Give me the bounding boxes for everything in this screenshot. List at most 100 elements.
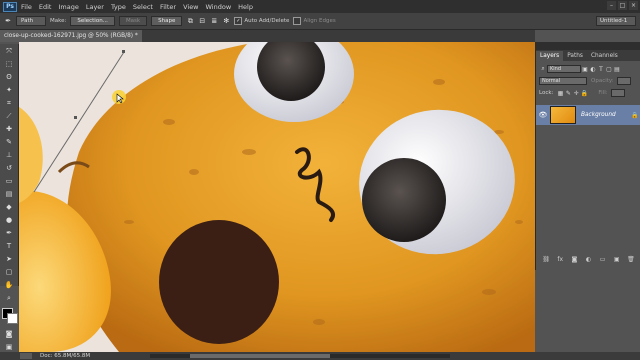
align-edges-label: Align Edges: [303, 18, 336, 24]
layer-lock-icon: 🔒: [631, 111, 639, 119]
adjustment-filter-icon[interactable]: ◐: [589, 65, 597, 73]
pen-tool-icon[interactable]: ✒: [4, 17, 12, 25]
blend-mode-select[interactable]: Normal: [539, 77, 587, 85]
marquee-tool-icon[interactable]: ⬚: [1, 58, 17, 70]
blur-tool-icon[interactable]: ◆: [1, 201, 17, 213]
gradient-tool-icon[interactable]: ▤: [1, 188, 17, 200]
dodge-tool-icon[interactable]: ●: [1, 214, 17, 226]
settings-gear-icon[interactable]: ✻: [222, 17, 230, 25]
selection-button[interactable]: Selection...: [70, 16, 115, 26]
quick-mask-icon[interactable]: ◙: [1, 328, 17, 340]
color-swatches[interactable]: [1, 307, 18, 325]
panel-collapse-strip[interactable]: [535, 42, 640, 50]
window-controls: – □ ×: [607, 1, 638, 10]
document-tab-title: close-up-cooked-162971.jpg @ 50% (RGB/8)…: [4, 33, 138, 39]
workspace-select[interactable]: Untitled-1: [596, 16, 636, 26]
minimize-button[interactable]: –: [607, 1, 616, 10]
layer-thumbnail: [550, 106, 576, 124]
menu-type[interactable]: Type: [111, 3, 133, 11]
eyedropper-tool-icon[interactable]: ⟋: [1, 110, 17, 122]
fill-label: Fill:: [598, 90, 608, 96]
menu-select[interactable]: Select: [133, 3, 160, 11]
menu-edit[interactable]: Edit: [39, 3, 59, 11]
horizontal-scrollbar[interactable]: [150, 354, 450, 358]
layer-name: Background: [581, 112, 616, 118]
new-group-icon[interactable]: ▭: [599, 255, 607, 263]
smart-filter-icon[interactable]: ▤: [613, 65, 621, 73]
menu-help[interactable]: Help: [238, 3, 260, 11]
add-mask-icon[interactable]: ◙: [570, 255, 578, 263]
panel-tabs: Layers Paths Channels: [536, 50, 640, 61]
path-operations-icon[interactable]: ⧉: [186, 17, 194, 25]
tab-layers[interactable]: Layers: [536, 51, 564, 61]
auto-add-delete-checkbox[interactable]: ✓: [234, 17, 243, 25]
photoshop-logo[interactable]: Ps: [3, 1, 17, 12]
lock-row: Lock: ▦ ✎ ✛ 🔒 Fill:: [536, 87, 640, 99]
status-bar: Doc: 65.8M/65.8M: [0, 352, 640, 360]
link-layers-icon[interactable]: ⛓: [542, 255, 550, 263]
healing-brush-icon[interactable]: ✚: [1, 123, 17, 135]
document-tab-bar: close-up-cooked-162971.jpg @ 50% (RGB/8)…: [0, 30, 535, 42]
layer-row-background[interactable]: 👁 Background 🔒: [536, 105, 640, 125]
mask-button[interactable]: Mask: [118, 16, 148, 26]
type-filter-icon[interactable]: T: [597, 65, 605, 73]
pen-tool-icon[interactable]: ✒: [1, 227, 17, 239]
shape-filter-icon[interactable]: ▢: [605, 65, 613, 73]
opacity-field[interactable]: [616, 77, 631, 85]
new-layer-icon[interactable]: ▣: [613, 255, 621, 263]
clone-stamp-icon[interactable]: ⊥: [1, 149, 17, 161]
lock-pixels-icon[interactable]: ✎: [564, 89, 572, 97]
crop-tool-icon[interactable]: ⌗: [1, 97, 17, 109]
shape-button[interactable]: Shape: [151, 16, 183, 26]
canvas-image: [19, 42, 535, 352]
layers-footer: ⛓ fx ◙ ◐ ▭ ▣ 🗑: [536, 253, 640, 265]
workspace-value: Untitled-1: [600, 18, 628, 24]
zoom-field[interactable]: [20, 353, 32, 359]
path-arrangement-icon[interactable]: ≣: [210, 17, 218, 25]
fill-field[interactable]: [610, 89, 625, 97]
path-alignment-icon[interactable]: ⊟: [198, 17, 206, 25]
rectangle-tool-icon[interactable]: ▢: [1, 266, 17, 278]
kind-filter-select[interactable]: Kind: [547, 65, 581, 73]
visibility-eye-icon[interactable]: 👁: [536, 111, 550, 119]
lock-all-icon[interactable]: 🔒: [580, 89, 588, 97]
document-tab[interactable]: close-up-cooked-162971.jpg @ 50% (RGB/8)…: [0, 30, 142, 42]
close-button[interactable]: ×: [629, 1, 638, 10]
eraser-tool-icon[interactable]: ▭: [1, 175, 17, 187]
align-edges-checkbox[interactable]: [293, 17, 302, 25]
menu-image[interactable]: Image: [58, 3, 85, 11]
maximize-button[interactable]: □: [618, 1, 627, 10]
opacity-label: Opacity:: [591, 78, 614, 84]
quick-selection-tool-icon[interactable]: ✦: [1, 84, 17, 96]
tab-channels[interactable]: Channels: [587, 51, 622, 61]
background-color[interactable]: [7, 313, 18, 324]
lock-label: Lock:: [539, 90, 554, 96]
layers-panel: Layers Paths Channels ⌕ Kind ▣ ◐ T ▢ ▤ N…: [535, 50, 640, 270]
menu-file[interactable]: File: [21, 3, 39, 11]
move-tool-icon[interactable]: ⤧: [1, 45, 17, 57]
menu-view[interactable]: View: [183, 3, 205, 11]
path-selection-icon[interactable]: ➤: [1, 253, 17, 265]
tab-paths[interactable]: Paths: [563, 51, 587, 61]
history-brush-icon[interactable]: ↺: [1, 162, 17, 174]
lasso-tool-icon[interactable]: ʘ: [1, 71, 17, 83]
tool-mode-select[interactable]: Path: [16, 16, 46, 26]
lock-position-icon[interactable]: ✛: [572, 89, 580, 97]
kind-filter-value: Kind: [550, 66, 562, 72]
menu-layer[interactable]: Layer: [86, 3, 111, 11]
canvas[interactable]: [19, 42, 535, 352]
type-tool-icon[interactable]: T: [1, 240, 17, 252]
menu-filter[interactable]: Filter: [160, 3, 183, 11]
menu-window[interactable]: Window: [206, 3, 239, 11]
make-label: Make:: [50, 18, 67, 24]
brush-tool-icon[interactable]: ✎: [1, 136, 17, 148]
layer-style-icon[interactable]: fx: [556, 255, 564, 263]
lock-transparent-icon[interactable]: ▦: [556, 89, 564, 97]
blend-mode-value: Normal: [542, 78, 561, 84]
hand-tool-icon[interactable]: ✋: [1, 279, 17, 291]
zoom-tool-icon[interactable]: ⌕: [1, 292, 17, 304]
pixel-filter-icon[interactable]: ▣: [581, 65, 589, 73]
adjustment-layer-icon[interactable]: ◐: [585, 255, 593, 263]
scrollbar-thumb[interactable]: [190, 354, 330, 358]
delete-layer-icon[interactable]: 🗑: [627, 255, 635, 263]
